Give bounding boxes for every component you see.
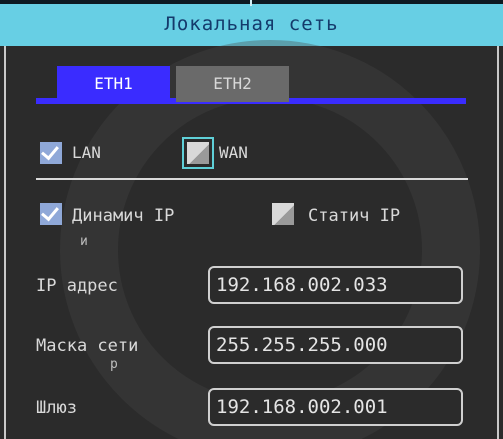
subnet-mask-label: Маска сети xyxy=(36,336,139,356)
gateway-field[interactable]: 192.168.002.001 xyxy=(208,388,463,426)
subnet-mask-field[interactable]: 255.255.255.000 xyxy=(208,326,463,364)
settings-panel xyxy=(4,46,499,439)
gateway-label: Шлюз xyxy=(36,398,77,418)
lan-checkbox[interactable] xyxy=(40,142,62,164)
static-ip-label: Статич IP xyxy=(308,206,401,226)
title-notch xyxy=(250,0,252,6)
lan-settings-window: Локальная сеть ETH1 ETH2 LAN WAN Динамич… xyxy=(0,0,503,439)
lan-label: LAN xyxy=(72,143,101,162)
static-ip-checkbox[interactable] xyxy=(272,203,294,225)
ip-address-label: IP адрес xyxy=(36,276,118,296)
dynamic-ip-label-wrap: и xyxy=(80,234,88,249)
wan-checkbox[interactable] xyxy=(182,137,214,169)
tab-eth2[interactable]: ETH2 xyxy=(176,66,289,102)
section-divider xyxy=(36,178,468,180)
dynamic-ip-checkbox[interactable] xyxy=(40,203,62,225)
tab-eth1[interactable]: ETH1 xyxy=(57,66,170,102)
dynamic-ip-label: Динамич IP xyxy=(72,206,175,226)
window-title: Локальная сеть xyxy=(164,13,339,35)
wan-label: WAN xyxy=(219,143,248,162)
ip-address-field[interactable]: 192.168.002.033 xyxy=(208,266,463,304)
window-title-bar: Локальная сеть xyxy=(0,0,503,46)
subnet-mask-label-wrap: р xyxy=(110,357,118,372)
